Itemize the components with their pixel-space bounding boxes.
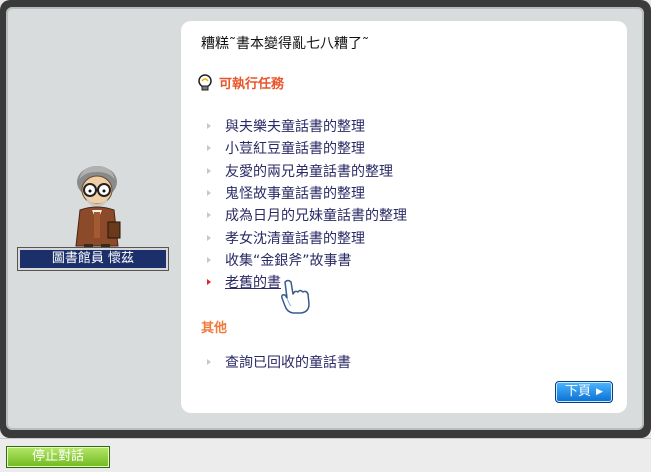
dialog-panel: 糟糕˜書本變得亂七八糟了˜ 可執行任務 與夫樂夫童話書的整理 小荳紅豆童話書的整… <box>181 21 627 413</box>
quest-item[interactable]: 與夫樂夫童話書的整理 <box>207 115 407 137</box>
bullet-icon <box>207 190 211 197</box>
quest-section-label: 可執行任務 <box>219 77 285 92</box>
quest-item-label: 成為日月的兄妹童話書的整理 <box>225 208 407 225</box>
quest-item[interactable]: 成為日月的兄妹童話書的整理 <box>207 204 407 226</box>
quest-item-label: 孝女沈清童話書的整理 <box>225 230 365 247</box>
bullet-icon <box>207 234 211 241</box>
quest-item-label: 老舊的書 <box>225 275 281 292</box>
npc-nameplate: 圖書館員 懷茲 <box>17 247 169 271</box>
npc-librarian-portrait <box>75 166 121 254</box>
other-list: 查詢已回收的童話書 <box>207 351 351 373</box>
other-section-header: 其他 <box>201 317 227 336</box>
bullet-icon <box>207 145 211 152</box>
quest-item[interactable]: 鬼怪故事童話書的整理 <box>207 182 407 204</box>
other-item-label: 查詢已回收的童話書 <box>225 355 351 372</box>
quest-item-label: 鬼怪故事童話書的整理 <box>225 186 365 203</box>
hand-pointer-icon <box>281 279 310 314</box>
bullet-icon <box>207 359 211 366</box>
bullet-icon <box>207 123 211 130</box>
dialog-title: 糟糕˜書本變得亂七八糟了˜ <box>201 36 369 52</box>
chevron-right-icon: ▶ <box>596 387 603 397</box>
quest-item[interactable]: 友愛的兩兄弟童話書的整理 <box>207 160 407 182</box>
quest-section-header: 可執行任務 <box>197 73 284 92</box>
quest-item[interactable]: 收集“金銀斧”故事書 <box>207 249 407 271</box>
next-page-button[interactable]: 下頁 ▶ <box>555 381 613 403</box>
quest-item-label: 小荳紅豆童話書的整理 <box>225 141 365 158</box>
quest-item-label: 與夫樂夫童話書的整理 <box>225 119 365 136</box>
other-item[interactable]: 查詢已回收的童話書 <box>207 351 351 373</box>
quest-item-label: 收集“金銀斧”故事書 <box>225 252 352 269</box>
other-section-label: 其他 <box>201 321 228 336</box>
bottom-bar: 停止對話 <box>0 438 651 472</box>
lightbulb-icon <box>198 73 212 90</box>
quest-item[interactable]: 小荳紅豆童話書的整理 <box>207 137 407 159</box>
next-page-label: 下頁 <box>565 384 592 399</box>
bullet-icon <box>207 256 211 263</box>
bullet-icon <box>207 212 211 219</box>
npc-area: 圖書館員 懷茲 <box>14 160 170 280</box>
stop-chat-button[interactable]: 停止對話 <box>6 446 110 468</box>
quest-item[interactable]: 孝女沈清童話書的整理 <box>207 226 407 248</box>
quest-item-label: 友愛的兩兄弟童話書的整理 <box>225 163 393 180</box>
bullet-icon <box>207 167 211 174</box>
selected-bullet-icon <box>207 279 211 286</box>
quest-list: 與夫樂夫童話書的整理 小荳紅豆童話書的整理 友愛的兩兄弟童話書的整理 鬼怪故事童… <box>207 115 407 293</box>
